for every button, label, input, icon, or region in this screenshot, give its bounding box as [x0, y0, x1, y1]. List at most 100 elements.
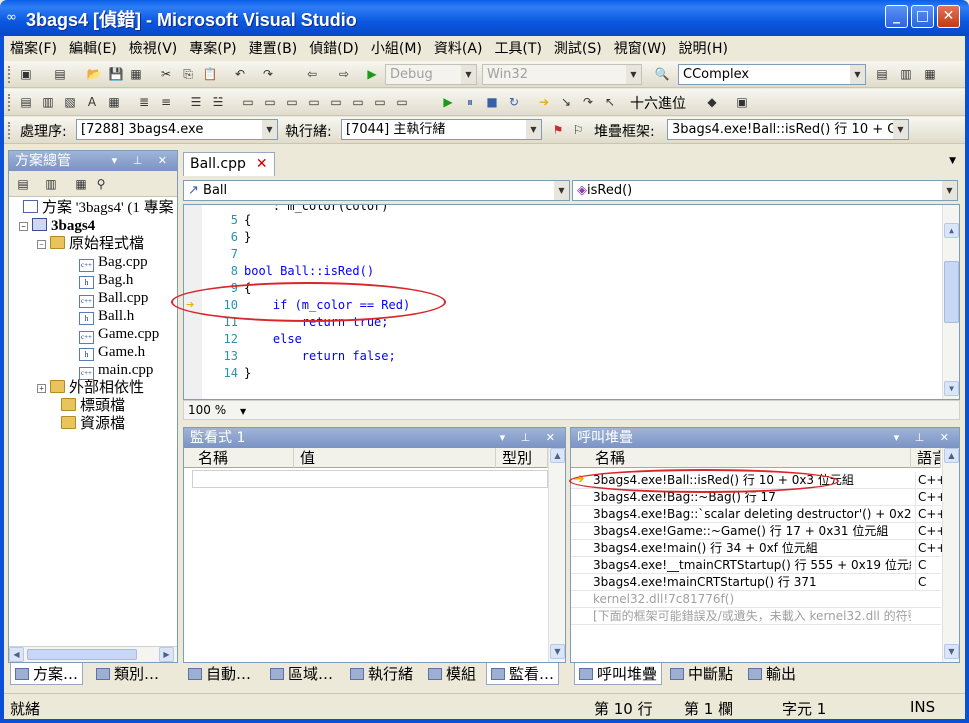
open-icon[interactable]: 📂: [86, 66, 102, 82]
menu-tools[interactable]: 工具(T): [488, 36, 547, 58]
view-class-diagram-icon[interactable]: ⚲: [93, 176, 109, 192]
prev-bookmark-icon[interactable]: ▭: [262, 94, 278, 110]
menu-file[interactable]: 檔案(F): [4, 36, 63, 58]
zoom-level[interactable]: 100 %: [188, 403, 226, 417]
menu-window[interactable]: 視窗(W): [608, 36, 673, 58]
tree-headers-folder[interactable]: 標頭檔: [61, 397, 125, 415]
properties-icon[interactable]: ▥: [898, 66, 914, 82]
scroll-thumb[interactable]: [944, 261, 959, 323]
properties-icon[interactable]: ▤: [15, 176, 31, 192]
next-bookmark-icon[interactable]: ▭: [284, 94, 300, 110]
parameter-info-icon[interactable]: ▧: [62, 94, 78, 110]
bookmark-icon[interactable]: ▭: [240, 94, 256, 110]
panel-pin-close-icons[interactable]: ▾ ⊥ ✕: [112, 151, 173, 171]
toggle-flag-icon[interactable]: ⚑: [550, 122, 566, 138]
redo-icon[interactable]: ↷: [260, 66, 276, 82]
tree-project[interactable]: − 3bags4: [19, 217, 95, 235]
prev-bookmark-folder-icon[interactable]: ▭: [306, 94, 322, 110]
horizontal-scrollbar[interactable]: ◀ ▶: [9, 646, 177, 662]
tab-threads[interactable]: 執行緒: [350, 663, 413, 685]
menu-build[interactable]: 建置(B): [243, 36, 304, 58]
tree-file[interactable]: h Ball.h: [79, 307, 134, 325]
editor-vertical-scrollbar[interactable]: ▲ ▼: [942, 205, 959, 399]
undo-icon[interactable]: ↶: [232, 66, 248, 82]
close-button[interactable]: ✕: [937, 5, 960, 28]
prev-bookmark-doc-icon[interactable]: ▭: [350, 94, 366, 110]
tree-solution[interactable]: 方案 '3bags4' (1 專案: [23, 199, 174, 217]
call-stack-row[interactable]: [下面的框架可能錯誤及/或遺失，未載入 kernel32.dll 的符號]: [571, 608, 941, 625]
stop-debugging-icon[interactable]: ■: [484, 94, 500, 110]
flag-threads-icon[interactable]: ⚐: [570, 122, 586, 138]
next-bookmark-folder-icon[interactable]: ▭: [328, 94, 344, 110]
menu-data[interactable]: 資料(A): [428, 36, 489, 58]
watch-col-value[interactable]: 值: [294, 448, 496, 468]
solution-platform-combo[interactable]: Win32 ▼: [482, 64, 642, 85]
watch-vertical-scrollbar[interactable]: ▲ ▼: [548, 448, 565, 662]
start-debug-icon[interactable]: ▶: [364, 66, 380, 82]
chevron-down-icon[interactable]: ▼: [240, 407, 246, 416]
paste-icon[interactable]: 📋: [202, 66, 218, 82]
minimize-button[interactable]: _: [885, 5, 908, 28]
show-all-files-icon[interactable]: ▥: [43, 176, 59, 192]
save-all-icon[interactable]: ▦: [128, 66, 144, 82]
toolbar-grip[interactable]: [8, 94, 11, 111]
call-stack-row[interactable]: 3bags4.exe!Game::~Game() 行 17 + 0x31 位元組…: [571, 523, 947, 540]
show-next-statement-icon[interactable]: ➔: [536, 94, 552, 110]
scroll-left-icon[interactable]: ◀: [9, 647, 24, 662]
next-bookmark-doc-icon[interactable]: ▭: [372, 94, 388, 110]
tree-file[interactable]: c++ main.cpp: [79, 361, 153, 380]
close-tab-icon[interactable]: ✕: [256, 156, 268, 172]
break-all-icon[interactable]: ⏸: [462, 94, 478, 110]
call-stack-row[interactable]: 3bags4.exe!Bag::`scalar deleting destruc…: [571, 506, 947, 523]
refresh-icon[interactable]: ▦: [73, 176, 89, 192]
scroll-thumb[interactable]: [27, 649, 137, 660]
breakpoints-icon[interactable]: ◆: [704, 94, 720, 110]
watch-col-name[interactable]: 名稱: [192, 448, 294, 468]
scroll-up-icon[interactable]: ▲: [944, 448, 959, 463]
maximize-button[interactable]: □: [911, 5, 934, 28]
stack-frame-combo[interactable]: 3bags4.exe!Ball::isRed() 行 10 + C ▼: [667, 119, 909, 140]
tab-solution-explorer[interactable]: 方案…: [10, 663, 84, 685]
tree-resources-folder[interactable]: 資源檔: [61, 415, 125, 433]
class-combo[interactable]: ↗ Ball ▼: [183, 180, 570, 201]
navigate-back-icon[interactable]: ⇦: [304, 66, 320, 82]
tree-source-folder[interactable]: − 原始程式檔: [37, 235, 144, 253]
solution-config-combo[interactable]: Debug ▼: [385, 64, 477, 85]
hex-toggle[interactable]: 十六進位: [630, 93, 686, 113]
vs-app-icon[interactable]: ∞: [6, 10, 17, 25]
tab-call-stack[interactable]: 呼叫堆疊: [574, 663, 663, 685]
thread-combo[interactable]: [7044] 主執行緒 ▼: [341, 119, 542, 140]
expand-icon[interactable]: +: [37, 384, 46, 393]
menu-project[interactable]: 專案(P): [183, 36, 242, 58]
restart-icon[interactable]: ↻: [506, 94, 522, 110]
scroll-right-icon[interactable]: ▶: [159, 647, 174, 662]
text-editor-icon[interactable]: ▤: [18, 94, 34, 110]
scroll-up-icon[interactable]: ▲: [550, 448, 565, 463]
tree-file[interactable]: c++ Game.cpp: [79, 325, 159, 344]
indent-icon[interactable]: ≡: [158, 94, 174, 110]
outdent-icon[interactable]: ≣: [136, 94, 152, 110]
add-item-icon[interactable]: ▤: [52, 66, 68, 82]
call-stack-vertical-scrollbar[interactable]: ▲ ▼: [942, 448, 959, 662]
tab-watch[interactable]: 監看…: [486, 663, 560, 685]
call-stack-row[interactable]: 3bags4.exe!mainCRTStartup() 行 371 C: [571, 574, 941, 591]
call-stack-row[interactable]: 3bags4.exe!__tmainCRTStartup() 行 555 + 0…: [571, 557, 941, 574]
tab-autos[interactable]: 自動…: [188, 663, 251, 685]
tab-locals[interactable]: 區域…: [270, 663, 333, 685]
toolbox-icon[interactable]: ▦: [922, 66, 938, 82]
debug-windows-icon[interactable]: ▣: [734, 94, 750, 110]
quick-info-icon[interactable]: A: [84, 94, 100, 110]
scroll-up-icon[interactable]: ▲: [944, 223, 959, 238]
step-over-icon[interactable]: ↷: [580, 94, 596, 110]
tree-file[interactable]: h Bag.h: [79, 271, 133, 289]
complete-word-icon[interactable]: ▦: [106, 94, 122, 110]
watch-empty-row[interactable]: [192, 470, 548, 488]
cut-icon[interactable]: ✂: [158, 66, 174, 82]
uncomment-icon[interactable]: ☱: [210, 94, 226, 110]
clear-bookmarks-icon[interactable]: ▭: [394, 94, 410, 110]
process-combo[interactable]: [7288] 3bags4.exe ▼: [76, 119, 278, 140]
scroll-down-icon[interactable]: ▼: [944, 644, 959, 659]
panel-pin-close-icons[interactable]: ▾ ⊥ ✕: [500, 428, 561, 448]
menu-edit[interactable]: 編輯(E): [63, 36, 123, 58]
step-into-icon[interactable]: ↘: [558, 94, 574, 110]
